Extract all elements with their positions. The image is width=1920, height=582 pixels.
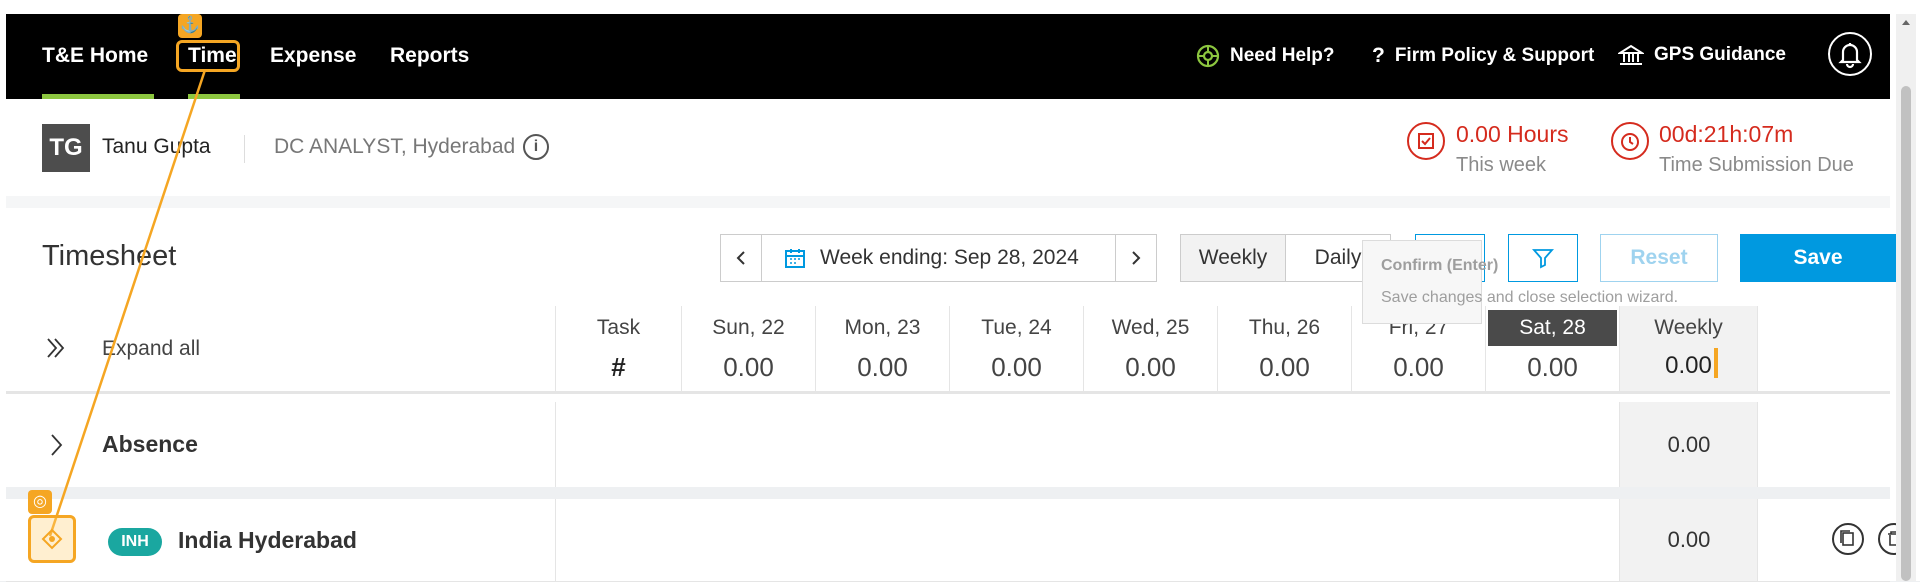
crosshair-icon bbox=[41, 528, 63, 550]
target-icon: ◎ bbox=[28, 490, 52, 514]
annotation-source-box bbox=[28, 515, 76, 563]
app-frame: T&E Home Time Expense Reports Need Help?… bbox=[0, 0, 1920, 582]
annotation-connector bbox=[48, 69, 207, 537]
